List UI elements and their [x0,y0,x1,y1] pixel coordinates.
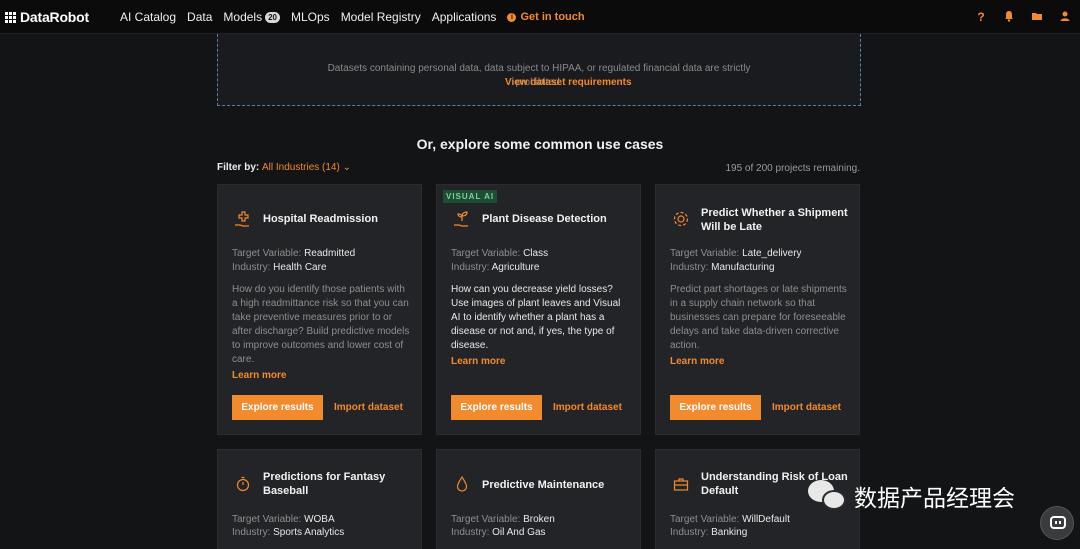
target-label: Target Variable: [670,514,740,525]
import-dataset-link[interactable]: Import dataset [772,402,841,413]
card-target: Target Variable: WillDefault [670,513,790,527]
target-label: Target Variable: [232,514,302,525]
industry-label: Industry: [670,262,709,273]
bell-icon[interactable] [1002,10,1016,24]
app-grid-icon[interactable] [5,12,16,23]
help-icon[interactable]: ? [974,10,988,24]
chevron-down-icon: ⌄ [342,162,351,173]
learn-more-link[interactable]: Learn more [670,356,724,367]
industry-value: Manufacturing [711,262,775,273]
industry-value: Sports Analytics [273,527,345,538]
industry-filter-dropdown[interactable]: All Industries (14) ⌄ [262,162,351,173]
card-title: Predictive Maintenance [482,479,605,491]
target-value: WillDefault [742,514,790,525]
wechat-watermark: 数据产品经理会 [808,478,1015,514]
gear-icon [671,210,691,230]
target-value: Late_delivery [742,248,802,259]
watermark-text: 数据产品经理会 [854,486,1015,512]
card-description: Predict part shortages or late shipments… [670,284,847,351]
import-dataset-link[interactable]: Import dataset [553,402,622,413]
user-icon[interactable] [1058,10,1072,24]
top-nav: DataRobot AI Catalog Data Models 20 MLOps… [0,0,1080,34]
projects-remaining: 195 of 200 projects remaining. [725,163,860,174]
card-title: Hospital Readmission [263,213,378,225]
card-title: Predictions for Fantasy Baseball [263,471,386,497]
datarobot-logo[interactable]: DataRobot [20,9,89,25]
industry-filter: Filter by: All Industries (14) ⌄ [217,162,351,173]
use-case-card-plant-disease: VISUAL AI Plant Disease Detection Target… [436,184,641,435]
filter-value: All Industries (14) [262,162,340,173]
industry-value: Banking [711,527,748,538]
target-label: Target Variable: [451,514,521,525]
card-industry: Industry: Oil And Gas [451,526,546,540]
filter-label: Filter by: [217,162,260,173]
industry-label: Industry: [451,527,490,538]
nav-mlops[interactable]: MLOps [291,10,330,24]
get-in-touch-label: Get in touch [520,11,585,23]
models-count-badge: 20 [265,11,280,23]
import-dataset-link[interactable]: Import dataset [334,402,403,413]
industry-label: Industry: [232,527,271,538]
explore-results-button[interactable]: Explore results [451,395,542,420]
card-target: Target Variable: Readmitted [232,247,355,261]
industry-value: Agriculture [491,262,540,273]
nav-models[interactable]: Models 20 [223,10,280,24]
learn-more-link[interactable]: Learn more [232,370,286,381]
card-target: Target Variable: Broken [451,513,555,527]
card-industry: Industry: Agriculture [451,261,539,275]
nav-right-icons: ? [960,0,1072,34]
use-case-card-hospital-readmission: Hospital Readmission Target Variable: Re… [217,184,422,435]
use-cases-heading: Or, explore some common use cases [416,136,664,152]
dataset-dropzone[interactable]: Datasets containing personal data, data … [217,34,861,106]
nav-models-label: Models [223,10,263,24]
nav-model-registry[interactable]: Model Registry [341,10,421,24]
card-industry: Industry: Manufacturing [670,261,775,275]
nav-applications[interactable]: Applications [432,10,497,24]
card-industry: Industry: Health Care [232,261,327,275]
wechat-icon [808,478,848,514]
card-description: How do you identify those patients with … [232,284,410,365]
card-description: How can you decrease yield losses? Use i… [451,284,621,351]
nav-data[interactable]: Data [187,10,212,24]
explore-results-button[interactable]: Explore results [670,395,761,420]
card-industry: Industry: Banking [670,526,747,540]
use-case-card-predictive-maintenance: Predictive Maintenance Target Variable: … [436,449,641,549]
card-title: Plant Disease Detection [482,213,607,225]
target-value: Class [523,248,549,259]
card-target: Target Variable: Late_delivery [670,247,802,261]
use-case-card-fantasy-baseball: Predictions for Fantasy Baseball Target … [217,449,422,549]
nav-links: AI Catalog Data Models 20 MLOps Model Reg… [120,0,585,34]
target-value: Broken [523,514,555,525]
target-label: Target Variable: [451,248,521,259]
card-target: Target Variable: Class [451,247,548,261]
learn-more-link[interactable]: Learn more [451,356,505,367]
industry-value: Oil And Gas [492,527,546,538]
card-title: Predict Whether a Shipment Will be Late [701,207,848,233]
card-target: Target Variable: WOBA [232,513,335,527]
industry-label: Industry: [232,262,271,273]
get-in-touch-link[interactable]: i Get in touch [507,11,585,23]
info-icon: i [507,12,517,22]
medical-hand-icon [233,210,253,230]
industry-label: Industry: [451,262,490,273]
view-dataset-requirements-link[interactable]: View dataset requirements [505,76,632,90]
target-label: Target Variable: [670,248,740,259]
visual-ai-badge: VISUAL AI [443,190,498,203]
explore-results-button[interactable]: Explore results [232,395,323,420]
target-label: Target Variable: [232,248,302,259]
dataset-policy-note: Datasets containing personal data, data … [218,62,860,90]
plant-hand-icon [452,210,472,230]
oil-drop-icon [452,475,472,495]
nav-ai-catalog[interactable]: AI Catalog [120,10,176,24]
industry-label: Industry: [670,527,709,538]
card-industry: Industry: Sports Analytics [232,526,344,540]
assistant-bot-icon[interactable] [1040,506,1074,540]
briefcase-icon [671,475,691,495]
stopwatch-icon [233,475,253,495]
industry-value: Health Care [273,262,327,273]
folder-icon[interactable] [1030,10,1044,24]
use-case-card-shipment-late: Predict Whether a Shipment Will be Late … [655,184,860,435]
target-value: Readmitted [304,248,356,259]
target-value: WOBA [304,514,335,525]
